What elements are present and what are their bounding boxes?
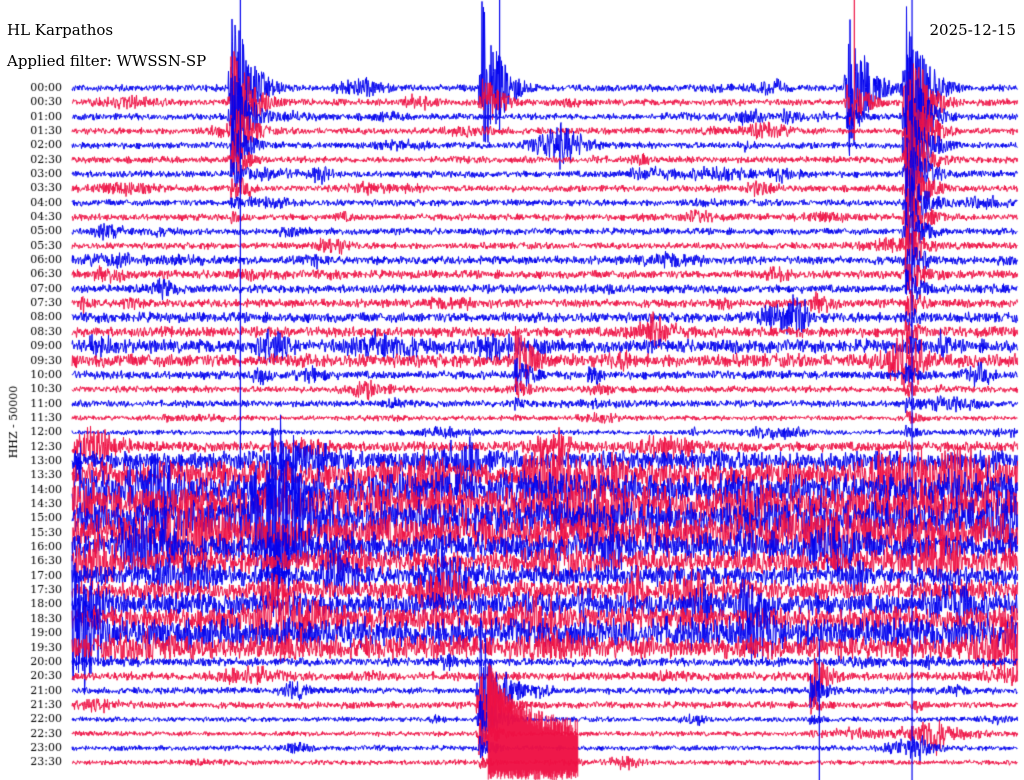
- date-label: 2025-12-15: [929, 21, 1016, 39]
- station-title: HL Karpathos: [7, 21, 114, 39]
- filter-label: Applied filter: WWSSN-SP: [7, 52, 207, 70]
- helicorder-plot: [0, 0, 1024, 780]
